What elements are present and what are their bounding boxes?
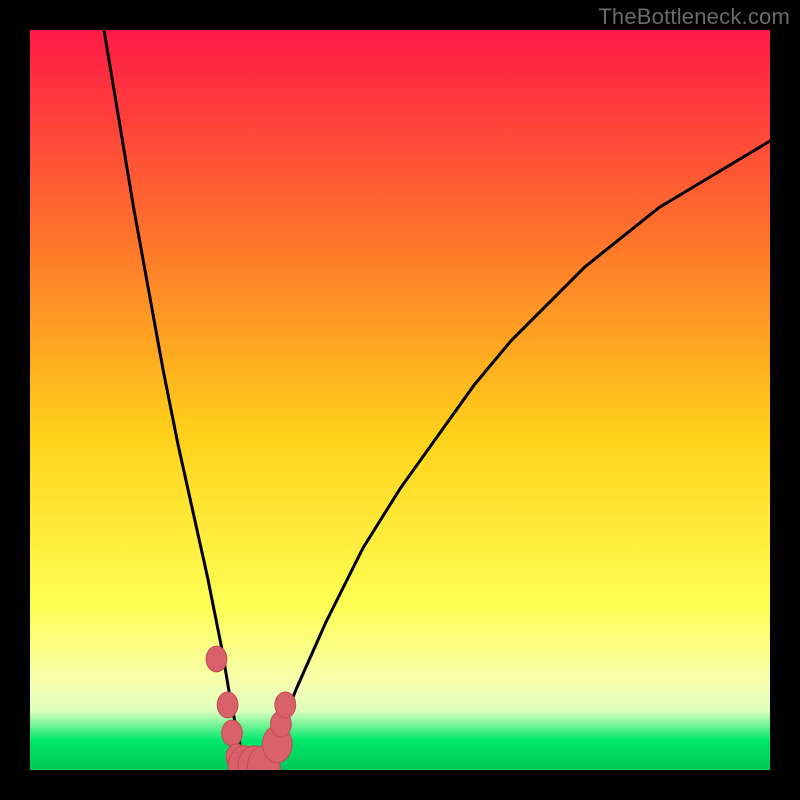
data-marker bbox=[217, 692, 238, 718]
chart-frame bbox=[30, 30, 770, 770]
data-marker bbox=[275, 692, 296, 718]
data-marker bbox=[222, 720, 243, 746]
data-marker bbox=[206, 646, 227, 672]
watermark-text: TheBottleneck.com bbox=[598, 4, 790, 30]
bottleneck-chart bbox=[30, 30, 770, 770]
gradient-background bbox=[30, 30, 770, 770]
